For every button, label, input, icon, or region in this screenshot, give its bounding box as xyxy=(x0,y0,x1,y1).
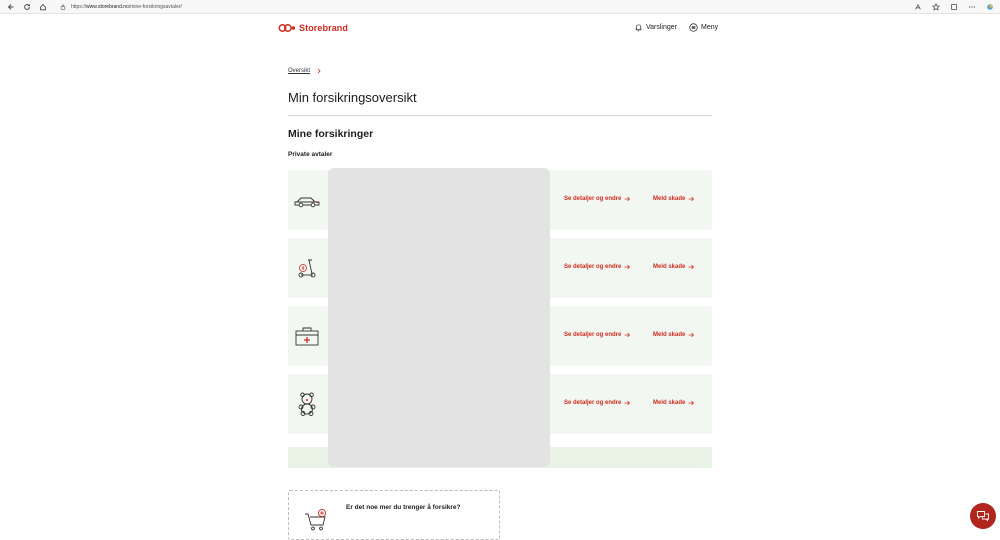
notifications-label: Varslinger xyxy=(646,24,677,31)
storebrand-logo-icon xyxy=(278,24,296,32)
teddy-bear-icon xyxy=(293,391,321,417)
site-header: Storebrand Varslinger Meny xyxy=(0,14,1000,44)
more-options-icon[interactable] xyxy=(967,2,976,11)
extensions-icon[interactable] xyxy=(949,2,958,11)
chat-bubbles-icon xyxy=(977,511,989,522)
bell-icon xyxy=(635,24,642,32)
read-aloud-icon[interactable] xyxy=(913,2,922,11)
arrow-right-icon xyxy=(688,332,695,338)
arrow-right-icon xyxy=(624,196,631,202)
redacted-area xyxy=(328,168,550,467)
electric-scooter-icon xyxy=(293,255,321,281)
storebrand-logo[interactable]: Storebrand xyxy=(278,23,348,33)
report-claim-link[interactable]: Meld skade xyxy=(653,400,695,406)
see-details-label: Se detaljer og endre xyxy=(564,196,622,202)
address-bar[interactable]: https://www.storebrand.no/mine-forsikrin… xyxy=(60,2,920,12)
favorite-star-icon[interactable] xyxy=(931,2,940,11)
shopping-cart-add-icon xyxy=(303,507,329,533)
menu-icon xyxy=(689,23,698,32)
promo-title: Er det noe mer du trenger å forsikre? xyxy=(346,504,461,511)
breadcrumb[interactable]: Oversikt xyxy=(288,68,322,74)
section-title: Mine forsikringer xyxy=(288,128,374,140)
see-details-label: Se detaljer og endre xyxy=(564,400,622,406)
menu-label: Meny xyxy=(701,24,719,31)
first-aid-kit-icon xyxy=(293,323,321,349)
arrow-right-icon xyxy=(624,264,631,270)
see-details-link[interactable]: Se detaljer og endre xyxy=(564,332,631,338)
arrow-right-icon xyxy=(688,264,695,270)
url-prefix: https:// xyxy=(71,4,87,10)
see-details-label: Se detaljer og endre xyxy=(564,264,622,270)
home-icon[interactable] xyxy=(38,2,48,12)
refresh-icon[interactable] xyxy=(22,2,32,12)
lock-icon xyxy=(60,4,66,10)
menu-button[interactable]: Meny xyxy=(689,23,718,32)
see-details-link[interactable]: Se detaljer og endre xyxy=(564,400,631,406)
report-claim-link[interactable]: Meld skade xyxy=(653,332,695,338)
brand-name: Storebrand xyxy=(299,23,349,33)
report-claim-label: Meld skade xyxy=(653,196,686,202)
chevron-right-icon xyxy=(317,68,321,74)
back-icon[interactable] xyxy=(6,2,16,12)
breadcrumb-link[interactable]: Oversikt xyxy=(288,68,310,74)
browser-toolbar: https://www.storebrand.no/mine-forsikrin… xyxy=(0,0,1000,14)
arrow-right-icon xyxy=(688,196,695,202)
see-details-link[interactable]: Se detaljer og endre xyxy=(564,196,631,202)
arrow-right-icon xyxy=(688,400,695,406)
url-path: /mine-forsikringsavtaler/ xyxy=(128,4,182,10)
report-claim-link[interactable]: Meld skade xyxy=(653,264,695,270)
see-details-link[interactable]: Se detaljer og endre xyxy=(564,264,631,270)
chat-button[interactable] xyxy=(970,503,996,529)
car-icon xyxy=(293,187,321,213)
see-details-label: Se detaljer og endre xyxy=(564,332,622,338)
page-title: Min forsikringsoversikt xyxy=(288,90,417,105)
report-claim-link[interactable]: Meld skade xyxy=(653,196,695,202)
arrow-right-icon xyxy=(624,400,631,406)
copilot-icon[interactable] xyxy=(985,2,994,11)
report-claim-label: Meld skade xyxy=(653,332,686,338)
title-divider xyxy=(288,115,712,116)
report-claim-label: Meld skade xyxy=(653,400,686,406)
report-claim-label: Meld skade xyxy=(653,264,686,270)
arrow-right-icon xyxy=(624,332,631,338)
url-domain: www.storebrand.no xyxy=(86,4,129,10)
notifications-button[interactable]: Varslinger xyxy=(634,23,677,32)
group-title: Private avtaler xyxy=(288,151,333,158)
